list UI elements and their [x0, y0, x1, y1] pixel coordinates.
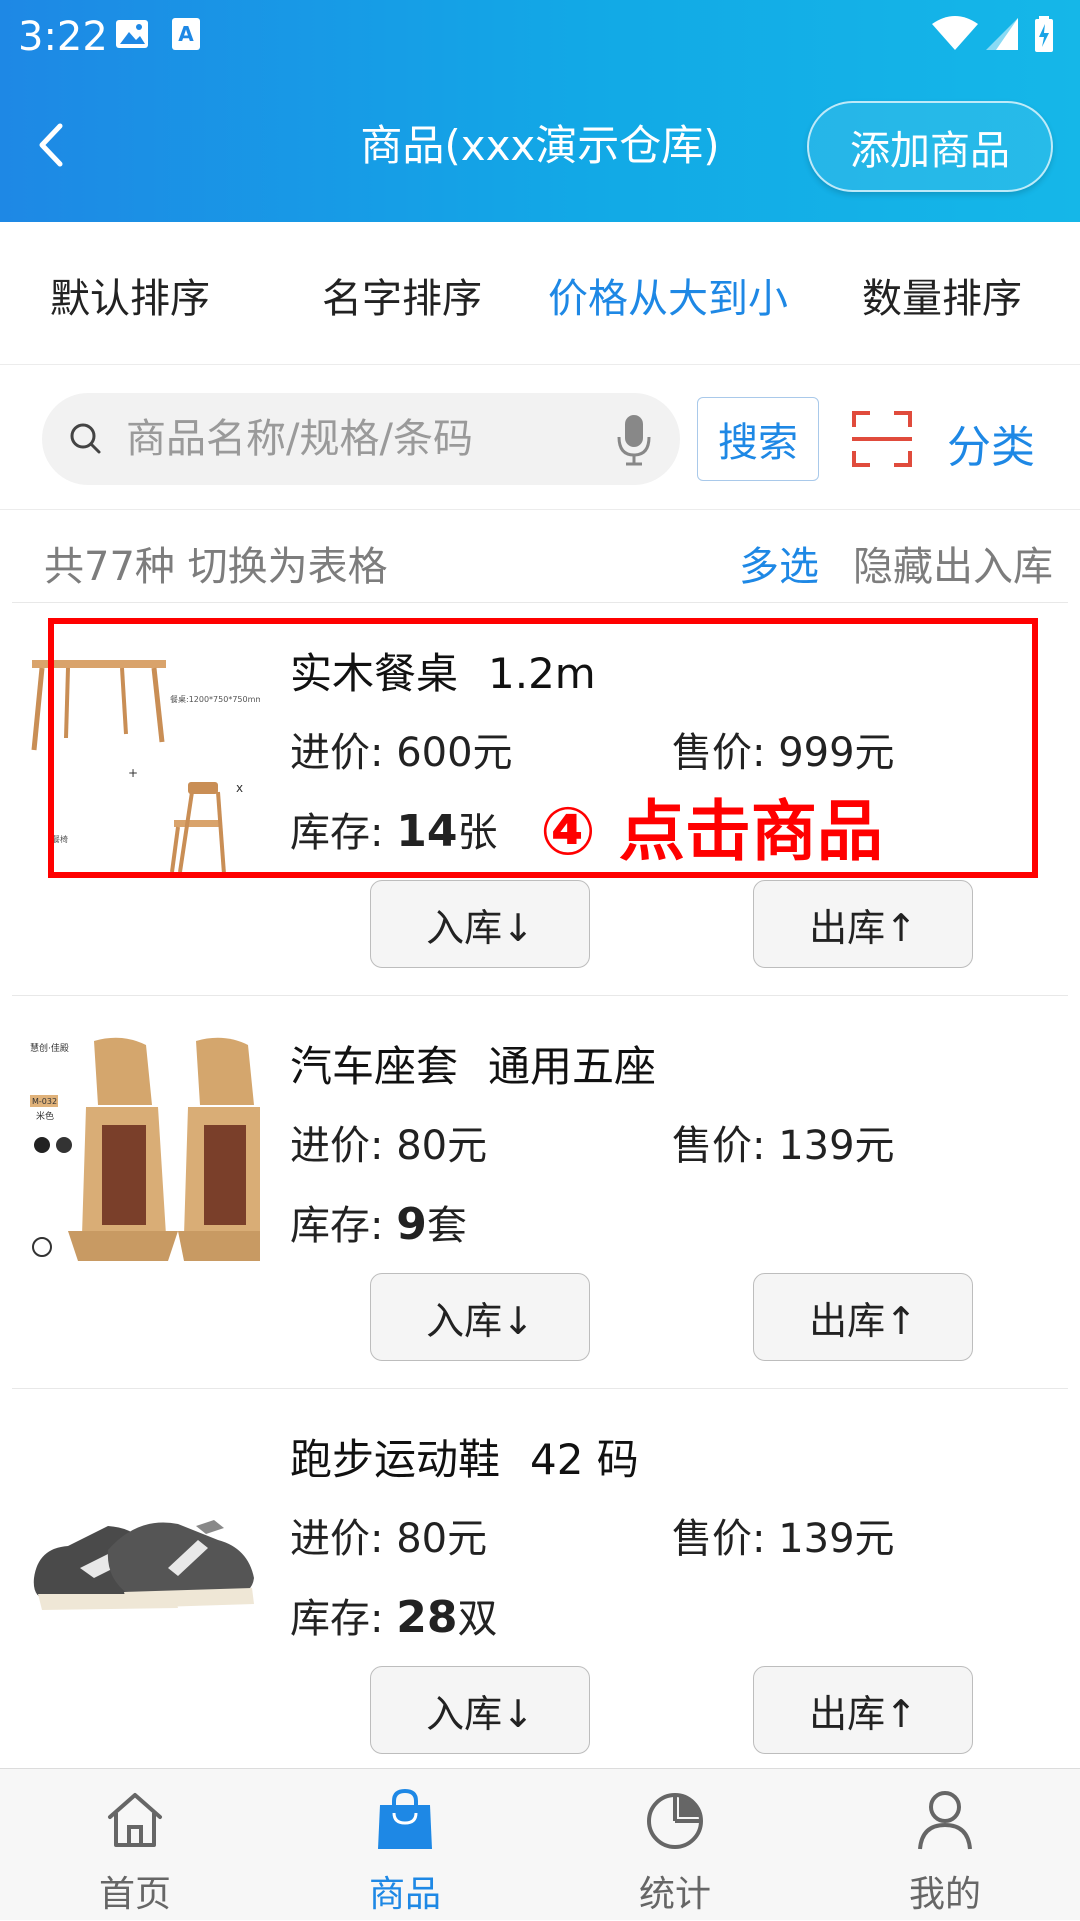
stock-label: 库存: — [290, 1596, 384, 1642]
product-name: 汽车座套 通用五座 — [290, 1033, 656, 1094]
stock-out-button[interactable]: 出库↑ — [753, 1273, 973, 1361]
pie-chart-icon — [647, 1793, 703, 1849]
nav-label: 商品 — [368, 1874, 441, 1915]
translate-notification-icon: A — [172, 18, 200, 50]
hide-in-out-link[interactable]: 隐藏出入库 — [853, 534, 1053, 592]
back-arrow-icon[interactable] — [26, 112, 82, 178]
svg-text:A: A — [178, 22, 194, 46]
wifi-icon — [932, 16, 978, 50]
stock-in-button[interactable]: 入库↓ — [370, 880, 590, 968]
seat-color-text: 米色 — [36, 1110, 54, 1122]
selling-price: 售价: 139元 — [672, 1113, 895, 1171]
nav-statistics[interactable]: 统计 — [540, 1769, 810, 1921]
product-thumbnail-running-shoes — [28, 1428, 260, 1660]
page-title: 商品(xxx演示仓库) — [360, 121, 720, 170]
stock-out-button[interactable]: 出库↑ — [753, 880, 973, 968]
nav-profile[interactable]: 我的 — [810, 1769, 1080, 1921]
product-name: 跑步运动鞋 42 码 — [290, 1426, 639, 1487]
stock-count: 9 — [396, 1199, 427, 1250]
product-name-text: 汽车座套 — [290, 1042, 459, 1091]
nav-label: 我的 — [908, 1874, 981, 1915]
sort-quantity-tab[interactable]: 数量排序 — [862, 266, 1022, 324]
multi-select-link[interactable]: 多选 — [739, 534, 819, 592]
sort-bar: 默认排序 名字排序 价格从大到小 数量排序 — [0, 222, 1080, 365]
search-input[interactable] — [124, 409, 604, 469]
stock-unit: 套 — [426, 1203, 467, 1249]
stock-count: 28 — [396, 1592, 458, 1643]
search-button[interactable]: 搜索 — [697, 397, 819, 481]
selling-price-value: 139元 — [778, 1123, 895, 1169]
stock-label: 库存: — [290, 1203, 384, 1249]
stock-in-button[interactable]: 入库↓ — [370, 1666, 590, 1754]
info-row: 共77种 切换为表格 多选 隐藏出入库 — [0, 510, 1080, 602]
signal-icon — [986, 18, 1018, 50]
nav-products[interactable]: 商品 — [270, 1769, 540, 1921]
selling-price-label: 售价: — [672, 1123, 766, 1169]
stock-unit: 双 — [457, 1596, 498, 1642]
purchase-price: 进价: 80元 — [290, 1506, 487, 1564]
stock-quantity: 库存: 28双 — [290, 1586, 497, 1644]
svg-text:慧创·佳殿: 慧创·佳殿 — [30, 1042, 69, 1054]
image-notification-icon — [116, 20, 148, 48]
category-link[interactable]: 分类 — [947, 411, 1035, 475]
status-bar: 3:22 A — [0, 0, 1080, 72]
add-product-button[interactable]: 添加商品 — [807, 101, 1053, 192]
stock-in-button[interactable]: 入库↓ — [370, 1273, 590, 1361]
app-header: 3:22 A 商品(xxx演示仓库) 添加商品 — [0, 0, 1080, 222]
user-icon — [918, 1791, 972, 1850]
product-item[interactable]: 跑步运动鞋 42 码 进价: 80元 售价: 139元 库存: 28双 入库↓ 出… — [12, 1388, 1068, 1781]
search-icon — [70, 423, 101, 454]
status-time: 3:22 — [18, 14, 108, 60]
sort-default-tab[interactable]: 默认排序 — [50, 266, 210, 324]
search-box[interactable] — [42, 393, 680, 485]
sort-price-desc-tab[interactable]: 价格从大到小 — [548, 266, 788, 324]
purchase-price-value: 80元 — [396, 1123, 488, 1169]
purchase-price: 进价: 80元 — [290, 1113, 487, 1171]
bottom-navigation: 首页 商品 统计 我的 — [0, 1768, 1080, 1920]
purchase-price-label: 进价: — [290, 1516, 384, 1562]
product-count-toggle-table[interactable]: 共77种 切换为表格 — [44, 534, 388, 592]
selling-price-label: 售价: — [672, 1516, 766, 1562]
shopping-bag-icon — [378, 1788, 432, 1849]
microphone-icon[interactable] — [614, 413, 654, 467]
product-spec: 42 码 — [530, 1435, 639, 1484]
product-name-text: 跑步运动鞋 — [290, 1435, 501, 1484]
stock-quantity: 库存: 9套 — [290, 1193, 467, 1251]
nav-label: 统计 — [638, 1874, 711, 1915]
nav-home[interactable]: 首页 — [0, 1769, 270, 1921]
home-icon — [108, 1793, 162, 1847]
product-spec: 通用五座 — [488, 1042, 657, 1091]
search-row: 搜索 分类 — [0, 365, 1080, 510]
sort-name-tab[interactable]: 名字排序 — [322, 266, 482, 324]
selling-price: 售价: 139元 — [672, 1506, 895, 1564]
seat-model-text: M-032 — [32, 1097, 57, 1106]
tutorial-annotation-text: ④ 点击商品 — [540, 793, 883, 870]
purchase-price-label: 进价: — [290, 1123, 384, 1169]
scan-barcode-icon[interactable] — [850, 407, 914, 471]
product-item[interactable]: 慧创·佳殿 M-032 米色 汽车座套 通用五座 进价: 80元 售价: 139元… — [12, 995, 1068, 1388]
product-thumbnail-car-seat-cover: 慧创·佳殿 M-032 米色 — [28, 1035, 260, 1267]
stock-out-button[interactable]: 出库↑ — [753, 1666, 973, 1754]
selling-price-value: 139元 — [778, 1516, 895, 1562]
nav-label: 首页 — [98, 1874, 171, 1915]
battery-icon — [1035, 16, 1053, 52]
purchase-price-value: 80元 — [396, 1516, 488, 1562]
